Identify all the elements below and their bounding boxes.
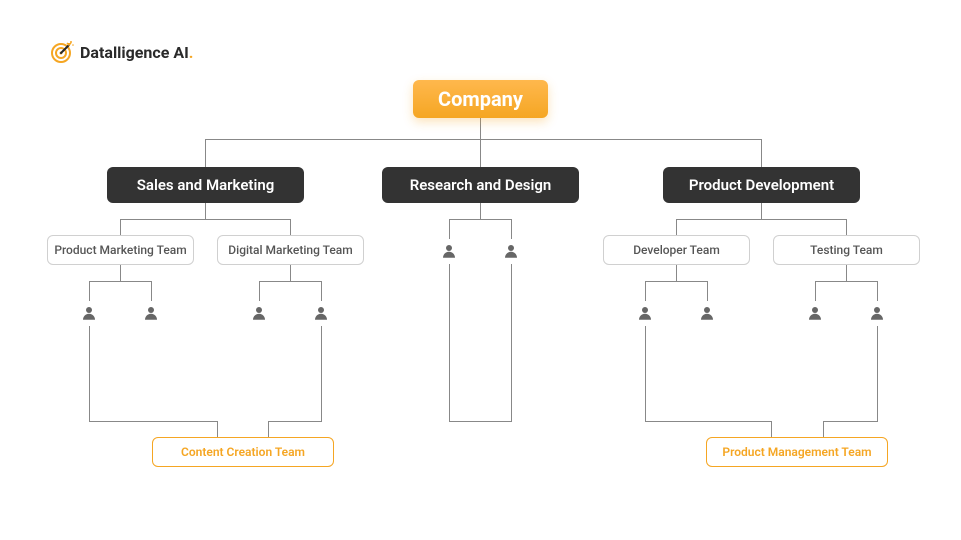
connector (290, 265, 291, 281)
connector (815, 281, 878, 282)
connector (449, 264, 450, 421)
connector (480, 203, 481, 219)
connector (217, 421, 218, 437)
connector (120, 265, 121, 281)
connector (120, 219, 121, 235)
connector (823, 421, 824, 437)
connector (205, 139, 761, 140)
node-team-product-marketing: Product Marketing Team (47, 235, 194, 265)
person-icon (142, 304, 160, 322)
connector (480, 117, 481, 139)
person-icon (312, 304, 330, 322)
person-icon (440, 242, 458, 260)
connector (259, 281, 260, 301)
person-icon (868, 304, 886, 322)
connector (321, 281, 322, 301)
node-team-content-creation: Content Creation Team (152, 437, 334, 467)
connector (846, 219, 847, 235)
connector (449, 219, 450, 239)
connector (449, 219, 512, 220)
person-icon (806, 304, 824, 322)
connector (268, 421, 322, 422)
connector (268, 421, 269, 437)
node-dept-research: Research and Design (382, 167, 579, 203)
person-icon (502, 242, 520, 260)
connector (676, 265, 677, 281)
connector (877, 326, 878, 421)
node-team-digital-marketing: Digital Marketing Team (217, 235, 364, 265)
node-company: Company (413, 80, 548, 118)
connector (89, 421, 217, 422)
connector (511, 264, 512, 421)
connector (89, 326, 90, 421)
connector (290, 219, 291, 235)
connector (645, 326, 646, 421)
connector (480, 139, 481, 167)
brand-name: Datalligence AI. (80, 43, 193, 62)
person-icon (636, 304, 654, 322)
connector (151, 281, 152, 301)
target-icon (50, 40, 74, 64)
connector (771, 421, 772, 437)
connector (815, 281, 816, 301)
connector (676, 219, 677, 235)
brand-logo: Datalligence AI. (50, 40, 193, 64)
connector (511, 219, 512, 239)
connector (761, 139, 762, 167)
person-icon (250, 304, 268, 322)
connector (205, 203, 206, 219)
connector (645, 281, 646, 301)
connector (321, 326, 322, 421)
connector (823, 421, 878, 422)
node-dept-product: Product Development (663, 167, 860, 203)
connector (877, 281, 878, 301)
person-icon (698, 304, 716, 322)
connector (449, 421, 512, 422)
connector (645, 281, 708, 282)
connector (761, 203, 762, 219)
connector (846, 265, 847, 281)
connector (676, 219, 847, 220)
node-team-testing: Testing Team (773, 235, 920, 265)
connector (89, 281, 90, 301)
node-team-product-management: Product Management Team (706, 437, 888, 467)
connector (205, 139, 206, 167)
person-icon (80, 304, 98, 322)
node-dept-sales: Sales and Marketing (107, 167, 304, 203)
connector (259, 281, 322, 282)
connector (89, 281, 152, 282)
connector (645, 421, 771, 422)
connector (707, 281, 708, 301)
connector (120, 219, 291, 220)
node-team-developer: Developer Team (603, 235, 750, 265)
